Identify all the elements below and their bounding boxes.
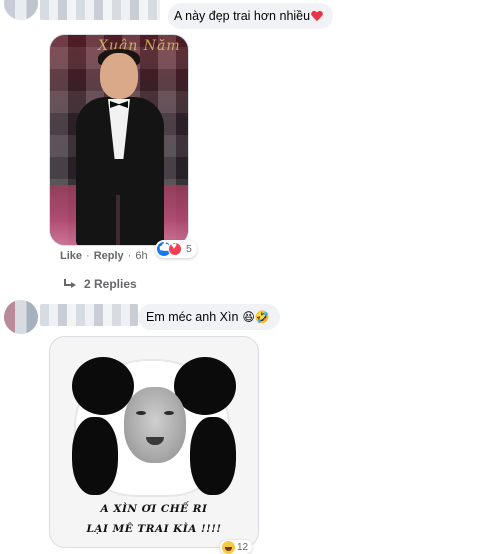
comment-meme-image[interactable]: A XÌN ƠI CHẾ RI LẠI MÊ TRAI KÌA !!!! xyxy=(49,336,259,548)
reply-arrow-icon xyxy=(62,279,76,289)
comment-bubble: Em méc anh Xìn 😆🤣 xyxy=(138,304,280,330)
haha-reaction-icon xyxy=(222,540,235,554)
comment-bubble: A này đẹp trai hơn nhiều xyxy=(168,3,334,29)
commenter-name-redacted xyxy=(40,0,160,20)
like-link[interactable]: Like xyxy=(60,250,82,262)
view-replies[interactable]: 2 Replies xyxy=(62,277,137,291)
reaction-count: 5 xyxy=(186,243,192,255)
separator: · xyxy=(86,250,90,262)
reply-link[interactable]: Reply xyxy=(94,250,124,262)
commenter-name-redacted xyxy=(40,304,138,326)
commenter-avatar[interactable] xyxy=(4,0,38,20)
reaction-summary[interactable]: 5 xyxy=(155,240,197,258)
comment-text: A này đẹp trai hơn nhiều xyxy=(174,9,311,23)
commenter-avatar[interactable] xyxy=(4,300,38,334)
comment-text: Em méc anh Xìn xyxy=(146,310,239,324)
heart-emoji-icon xyxy=(311,10,323,22)
reaction-count: 12 xyxy=(237,541,249,553)
emoji: 😆🤣 xyxy=(242,310,270,324)
reaction-summary[interactable]: 12 xyxy=(220,540,253,554)
love-reaction-icon xyxy=(168,241,182,256)
comment-actions: Like · Reply · 6h xyxy=(60,250,148,262)
meme-text-line1: A XÌN ƠI CHẾ RI xyxy=(100,503,208,515)
comment-time[interactable]: 6h xyxy=(135,250,147,262)
comment-photo[interactable]: Xuân Năm xyxy=(49,34,189,246)
meme-text-line2: LẠI MÊ TRAI KÌA !!!! xyxy=(86,523,222,535)
replies-label: 2 Replies xyxy=(84,277,137,291)
separator: · xyxy=(127,250,132,262)
